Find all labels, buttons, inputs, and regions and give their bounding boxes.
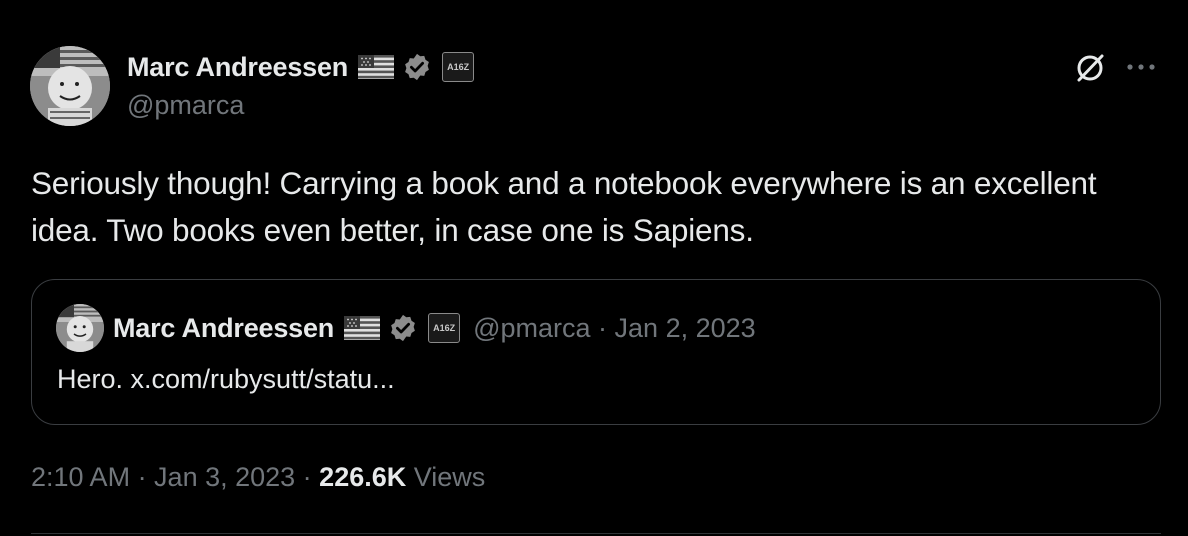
quoted-header-row: Marc Andreessen A16Z @pmarca · Jan 2, 20… (113, 310, 756, 346)
views-label: Views (406, 462, 486, 492)
tweet-text: Seriously though! Carrying a book and a … (31, 165, 1097, 248)
verified-badge-icon (391, 314, 415, 342)
views-count[interactable]: 226.6K (319, 462, 406, 492)
quoted-author-avatar (56, 304, 104, 352)
more-icon (1127, 64, 1155, 70)
quoted-handle-date: @pmarca · Jan 2, 2023 (473, 312, 756, 343)
tweet-timestamp[interactable]: 2:10 AM · Jan 3, 2023 · (31, 462, 319, 492)
us-flag-icon (344, 316, 381, 340)
quoted-author-name: Marc Andreessen (113, 312, 335, 343)
author-name[interactable]: Marc Andreessen (127, 52, 348, 83)
affiliation-badge[interactable]: A16Z (442, 52, 475, 82)
author-handle[interactable]: @pmarca (127, 90, 244, 121)
grok-icon (1077, 54, 1104, 82)
tweet-footer: 2:10 AM · Jan 3, 2023 · 226.6K Views (31, 462, 485, 493)
tweet: Marc Andreessen A16Z @pmarca Seriously t… (0, 0, 1188, 536)
grok-button[interactable] (1072, 50, 1108, 86)
quoted-tweet-card[interactable]: Marc Andreessen A16Z @pmarca · Jan 2, 20… (31, 279, 1161, 425)
quoted-tweet-text: Hero. x.com/rubysutt/statu... (57, 364, 395, 394)
affiliation-badge: A16Z (428, 313, 461, 343)
us-flag-icon (358, 55, 395, 79)
divider (31, 533, 1161, 534)
more-options-button[interactable] (1124, 52, 1158, 82)
author-name-row: Marc Andreessen A16Z (127, 50, 475, 84)
verified-badge-icon[interactable] (402, 52, 432, 82)
author-avatar[interactable] (30, 46, 110, 126)
